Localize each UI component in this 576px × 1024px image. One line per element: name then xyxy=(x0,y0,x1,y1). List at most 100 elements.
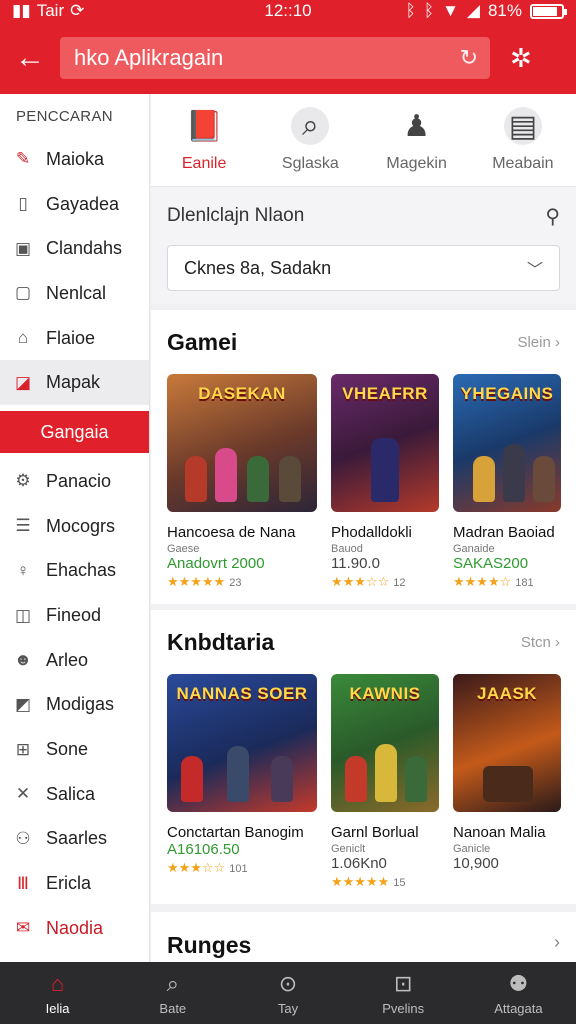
app-thumbnail: YHEGAINS xyxy=(453,374,561,512)
app-rating: ★★★★☆ 181 xyxy=(453,574,534,589)
sidebar-item-modigas[interactable]: ◩ Modigas xyxy=(0,683,149,728)
thumbnail-title: NANNAS SOER xyxy=(176,684,308,703)
sidebar-item-fineod[interactable]: ◫ Fineod xyxy=(0,593,149,638)
tools-icon: ✕ xyxy=(15,784,31,804)
edit-icon: ▢ xyxy=(14,283,32,303)
battery-percent: 81% xyxy=(487,1,522,20)
image-icon: ◩ xyxy=(14,694,32,714)
clock: 12::10 xyxy=(264,1,312,20)
section-title: Knbdtaria xyxy=(167,628,275,655)
app-rating: ★★★☆☆ 101 xyxy=(167,860,248,875)
sidebar-item-ericla[interactable]: Ⅲ Ericla xyxy=(0,861,149,906)
see-more-link[interactable]: Slein › xyxy=(517,334,560,351)
refresh-icon[interactable]: ↻ xyxy=(460,45,478,71)
app-card[interactable]: KAWNIS Garnl Borlual Geniclt 1.06Kn0 ★★★… xyxy=(331,674,439,890)
section-knbdtaria: Knbdtaria Stcn › NANNAS SOER Conctartan … xyxy=(151,610,576,904)
sidebar-item-arleo[interactable]: ☻ Arleo xyxy=(0,638,149,683)
app-card[interactable]: YHEGAINS Madran Baoiad Ganaide SAKAS200 … xyxy=(453,374,561,590)
app-price: SAKAS200 xyxy=(453,555,529,572)
sidebar-item-mocogrs[interactable]: ☰ Mocogrs xyxy=(0,504,149,549)
battery-icon xyxy=(530,3,567,19)
app-card[interactable]: NANNAS SOER Conctartan Banogim A16106.50… xyxy=(167,674,317,890)
sidebar-item-salica[interactable]: ✕ Salica xyxy=(0,772,149,817)
nav-label: Attagata xyxy=(494,1000,543,1016)
gear-icon: ⚙ xyxy=(15,471,31,491)
app-price: 10,900 xyxy=(453,855,499,872)
category-tabs: 📕 Eanile ⌕ Sglaska ♟ Magekin ▤ Meabain xyxy=(151,94,576,186)
tab-label: Eanile xyxy=(181,155,227,172)
tab-magekin[interactable]: ♟ Magekin xyxy=(364,94,470,186)
filter-panel: Dlenlclajn Nlaon ⚲ Cknes 8a, Sadakn ﹀ xyxy=(151,186,576,304)
app-title: Nanoan Malia xyxy=(453,824,546,841)
nav-label: Ielia xyxy=(45,1000,70,1016)
search-value: hko Aplikragain xyxy=(74,45,224,70)
app-thumbnail: VHEAFRR xyxy=(331,374,439,512)
tab-eanile[interactable]: 📕 Eanile xyxy=(151,94,257,186)
sidebar-item-gangaia[interactable]: Gangaia xyxy=(0,411,149,454)
book-icon: 📕 xyxy=(185,109,223,143)
app-card[interactable]: DASEKAN Hancoesa de Nana Gaese Anadovrt … xyxy=(167,374,317,590)
app-rating: ★★★☆☆ 12 xyxy=(331,574,406,589)
sidebar-item-mapak[interactable]: ◪ Mapak xyxy=(0,360,149,406)
dropdown-value: Cknes 8a, Sadakn xyxy=(184,257,332,278)
filter-dropdown[interactable]: Cknes 8a, Sadakn ﹀ xyxy=(167,245,560,291)
tab-meabain[interactable]: ▤ Meabain xyxy=(470,94,576,186)
nav-search[interactable]: ⌕ Bate xyxy=(115,962,230,1024)
section-runges[interactable]: Runges › xyxy=(151,912,576,962)
mail-icon: ✉ xyxy=(15,918,31,938)
app-title: Garnl Borlual xyxy=(331,824,419,841)
sidebar-item-label: Fineod xyxy=(46,605,102,626)
main-content: 📕 Eanile ⌕ Sglaska ♟ Magekin ▤ Meabain D… xyxy=(151,94,576,962)
sidebar-item-maioka[interactable]: ✎ Maioka xyxy=(0,137,149,182)
app-price: 1.06Kn0 xyxy=(331,855,387,872)
tab-sglaska[interactable]: ⌕ Sglaska xyxy=(257,94,363,186)
app-thumbnail: KAWNIS xyxy=(331,674,439,812)
search-icon: ⌕ xyxy=(166,970,179,996)
sidebar-item-saarles[interactable]: ⚇ Saarles xyxy=(0,817,149,862)
pin-icon[interactable]: ⚲ xyxy=(545,204,560,229)
tag-icon: ◪ xyxy=(14,372,32,392)
section-title: Runges xyxy=(167,932,252,958)
upload-icon: ⊙ xyxy=(278,970,298,996)
file-icon: ▯ xyxy=(18,194,28,214)
see-more-link[interactable]: Stcn › xyxy=(521,634,560,651)
search-icon: ⌕ xyxy=(291,107,330,145)
app-price: 11.90.0 xyxy=(331,555,380,572)
sync-icon: ⟳ xyxy=(70,1,85,20)
search-input[interactable]: hko Aplikragain ↻ xyxy=(60,37,490,79)
sidebar-item-label: Arleo xyxy=(46,649,89,670)
pin-icon: ♀ xyxy=(16,560,30,580)
sidebar-item-flaioe[interactable]: ⌂ Flaioe xyxy=(0,316,149,361)
app-rating: ★★★★★ 15 xyxy=(331,874,406,889)
thumbnail-title: DASEKAN xyxy=(198,384,286,403)
carrier-label: Tair xyxy=(36,1,65,20)
nav-label: Pvelins xyxy=(382,1000,425,1016)
app-title: Madran Baoiad xyxy=(453,524,555,541)
sidebar-item-clandahs[interactable]: ▣ Clandahs xyxy=(0,226,149,271)
sidebar-item-panacio[interactable]: ⚙ Panacio xyxy=(0,459,149,504)
sidebar-item-gayadea[interactable]: ▯ Gayadea xyxy=(0,182,149,227)
sidebar-item-nenlcal[interactable]: ▢ Nenlcal xyxy=(0,271,149,316)
tab-label: Meabain xyxy=(492,155,554,172)
sidebar-item-label: Salica xyxy=(46,783,96,804)
app-title: Conctartan Banogim xyxy=(167,824,304,841)
app-title: Hancoesa de Nana xyxy=(167,524,296,541)
thumbnail-title: JAASK xyxy=(476,684,538,703)
nav-home[interactable]: ⌂ Ielia xyxy=(0,962,115,1024)
app-card[interactable]: VHEAFRR Phodalldokli Bauod 11.90.0 ★★★☆☆… xyxy=(331,374,439,590)
sidebar-item-ehachas[interactable]: ♀ Ehachas xyxy=(0,549,149,594)
sidebar-item-naodia[interactable]: ✉ Naodia xyxy=(0,906,149,951)
nav-upload[interactable]: ⊙ Tay xyxy=(230,962,345,1024)
sidebar-item-label: Modigas xyxy=(46,694,115,715)
home-icon: ⌂ xyxy=(50,970,65,996)
document-icon: ☰ xyxy=(15,516,31,536)
box-icon: ◫ xyxy=(14,605,32,625)
nav-account[interactable]: ⚉ Attagata xyxy=(461,962,576,1024)
app-card[interactable]: JAASK Nanoan Malia Ganicle 10,900 xyxy=(453,674,561,890)
sidebar-item-label: Naodia xyxy=(46,917,104,938)
arrow-left-icon: ← xyxy=(15,41,45,74)
sidebar-item-sone[interactable]: ⊞ Sone xyxy=(0,727,149,772)
nav-download[interactable]: ⊡ Pvelins xyxy=(346,962,461,1024)
back-button[interactable]: ← xyxy=(0,22,60,94)
settings-gear-icon[interactable]: ✲ xyxy=(510,43,532,74)
